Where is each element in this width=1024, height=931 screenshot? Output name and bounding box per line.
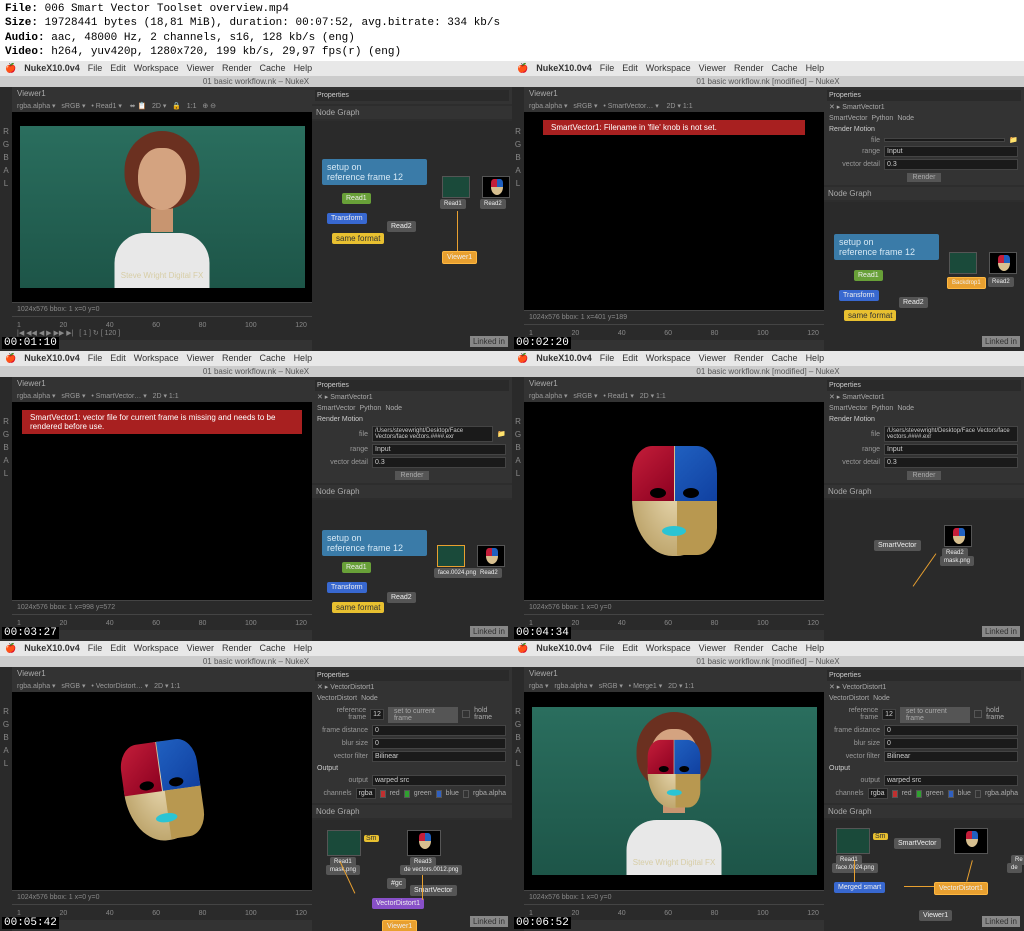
viewer-area[interactable] — [524, 402, 824, 600]
node-thumb-face[interactable] — [442, 176, 470, 198]
viewer-area[interactable]: SmartVector1: Filename in 'file' knob is… — [524, 112, 824, 310]
node-thumb-mask[interactable] — [482, 176, 510, 198]
node-graph[interactable]: SmartVector Read2 mask.png — [824, 500, 1024, 641]
properties-panel[interactable]: Properties ✕ ▸ SmartVector1 SmartVector … — [312, 377, 512, 483]
detail-input[interactable]: 0.3 — [884, 159, 1018, 170]
range-select[interactable]: Input — [884, 146, 1018, 157]
node-viewer1[interactable]: Viewer1 — [382, 920, 417, 931]
viewer-tab[interactable]: Viewer1 — [12, 87, 312, 100]
gc-label: #gc — [387, 878, 406, 889]
sticky-note: setup onreference frame 12 — [834, 234, 939, 260]
timestamp: 00:01:10 — [2, 337, 59, 349]
node-graph[interactable]: Sm Read1 mask.png Read3 de vectors.0012.… — [312, 820, 512, 931]
node-viewer[interactable]: Read2 — [387, 221, 416, 232]
node-graph[interactable]: setup onreference frame 12 Read1 Transfo… — [312, 121, 512, 351]
timestamp: 00:02:20 — [514, 337, 571, 349]
frame-1: 🍎NukeX10.0v4 FileEditWorkspaceViewerRend… — [0, 61, 512, 351]
window-title: 01 basic workflow.nk [modified] – NukeX — [512, 76, 1024, 87]
set-current-button[interactable]: set to current frame — [388, 707, 458, 723]
mask-image — [632, 446, 717, 556]
channel-sidebar[interactable]: RGBAL — [0, 87, 12, 351]
node-viewer1[interactable]: Viewer1 — [919, 910, 952, 921]
viewer-area[interactable]: Steve Wright Digital FX — [524, 692, 824, 890]
node-merge[interactable]: Merged smart — [834, 882, 885, 893]
menubar[interactable]: 🍎NukeX10.0v4 FileEditWorkspaceViewerRend… — [512, 61, 1024, 76]
viewer-area[interactable]: SmartVector1: vector file for current fr… — [12, 402, 312, 600]
node-read1[interactable]: Read1 — [342, 193, 371, 204]
file-input[interactable]: /Users/stevewright/Desktop/Face Vectors/… — [372, 426, 493, 442]
node-label: Read2 — [480, 199, 506, 209]
sticky-same-format: same format — [332, 233, 384, 244]
node-transform[interactable]: Transform — [327, 213, 367, 224]
person-image — [97, 126, 227, 288]
file-metadata: File: 006 Smart Vector Toolset overview.… — [0, 0, 1024, 61]
node-sm-badge: Sm — [364, 835, 379, 842]
properties-panel: Properties — [312, 87, 512, 104]
render-button[interactable]: Render — [907, 173, 942, 182]
menubar[interactable]: 🍎NukeX10.0v4 FileEditWorkspaceViewerRend… — [0, 61, 512, 76]
viewer-area[interactable]: Steve Wright Digital FX — [12, 112, 312, 302]
linkedin-badge: Linked in — [470, 336, 508, 347]
render-button[interactable]: Render — [395, 471, 430, 480]
properties-panel[interactable]: Properties ✕ ▸ SmartVector1 SmartVector … — [824, 87, 1024, 185]
props-title: Properties — [315, 90, 509, 101]
node-smartvector[interactable]: SmartVector — [894, 838, 941, 849]
frame-4: 🍎NukeX10.0v4FileEditWorkspaceViewerRende… — [512, 351, 1024, 641]
properties-panel[interactable]: Properties ✕ ▸ VectorDistort1 VectorDist… — [312, 667, 512, 803]
node-vectordistort[interactable]: VectorDistort1 — [372, 898, 424, 909]
node-viewer1[interactable]: Viewer1 — [442, 251, 477, 264]
backdrop-node[interactable]: Backdrop1 — [947, 277, 986, 289]
thumbnail-grid: 🍎NukeX10.0v4 FileEditWorkspaceViewerRend… — [0, 61, 1024, 931]
mask-overlay — [648, 740, 701, 808]
viewer-controls[interactable]: rgba.alpha ▾ sRGB ▾ • SmartVector… ▾ 2D … — [524, 100, 824, 112]
viewer-info: 1024x576 bbox: 1 x=401 y=189 — [524, 310, 824, 324]
viewer-info: 1024x576 bbox: 1 x=0 y=0 — [12, 302, 312, 316]
viewer-tab[interactable]: Viewer1 — [524, 87, 824, 100]
viewer-area[interactable] — [12, 692, 312, 890]
file-input[interactable] — [884, 138, 1005, 142]
mask-image — [117, 737, 207, 846]
node-smartvector[interactable]: SmartVector — [410, 885, 457, 896]
frame-3: 🍎NukeX10.0v4FileEditWorkspaceViewerRende… — [0, 351, 512, 641]
window-title: 01 basic workflow.nk – NukeX — [0, 76, 512, 87]
sticky-note: setup onreference frame 12 — [322, 159, 427, 185]
frame-6: 🍎NukeX10.0v4FileEditWorkspaceViewerRende… — [512, 641, 1024, 931]
watermark: Steve Wright Digital FX — [121, 271, 204, 280]
node-smartvector[interactable]: SmartVector — [874, 540, 921, 551]
nodegraph-title[interactable]: Node Graph — [312, 106, 512, 119]
error-banner: SmartVector1: Filename in 'file' knob is… — [543, 120, 805, 135]
node-graph[interactable]: Sm Read1 face.0024.png SmartVector Re de… — [824, 820, 1024, 931]
frame-5: 🍎NukeX10.0v4FileEditWorkspaceViewerRende… — [0, 641, 512, 931]
frame-2: 🍎NukeX10.0v4 FileEditWorkspaceViewerRend… — [512, 61, 1024, 351]
node-graph[interactable]: setup onreference frame 12 Read1 Transfo… — [312, 500, 512, 641]
node-vectordistort[interactable]: VectorDistort1 — [934, 882, 988, 895]
error-banner: SmartVector1: vector file for current fr… — [22, 410, 302, 434]
node-graph[interactable]: setup onreference frame 12 Read1 Transfo… — [824, 202, 1024, 351]
node-label: Read1 — [440, 199, 466, 209]
viewer-controls[interactable]: rgba.alpha ▾ sRGB ▾ • Read1 ▾ ⬌ 📋 2D ▾ 🔒… — [12, 100, 312, 112]
